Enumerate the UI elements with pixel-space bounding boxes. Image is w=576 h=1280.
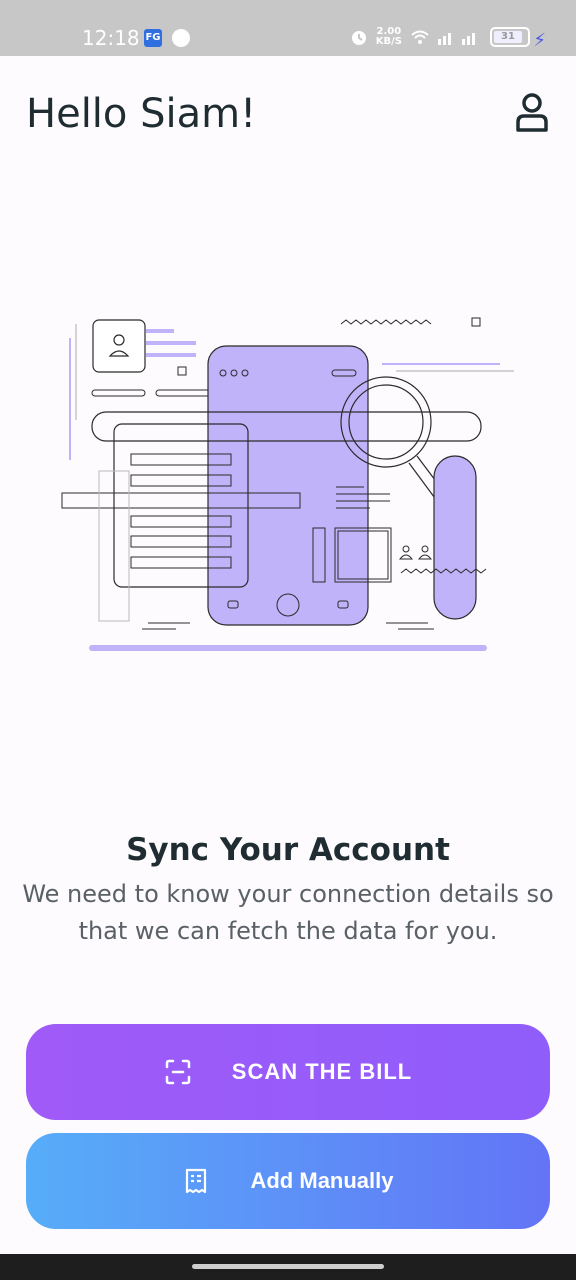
profile-button[interactable] xyxy=(514,92,550,134)
app-notification-icon: FG xyxy=(144,29,162,47)
battery-icon: 31 xyxy=(490,27,530,47)
navigation-bar xyxy=(0,1254,576,1280)
network-speed: 2.00 KB/S xyxy=(376,27,402,47)
home-gesture-handle[interactable] xyxy=(192,1264,384,1269)
add-manually-button[interactable]: Add Manually xyxy=(26,1133,550,1229)
wifi-icon xyxy=(411,30,429,44)
status-system-icons: 2.00 KB/S 31 xyxy=(350,27,530,47)
messenger-icon xyxy=(172,29,190,47)
signal-icon xyxy=(438,33,475,45)
alarm-icon xyxy=(351,31,366,45)
scan-bill-button[interactable]: SCAN THE BILL xyxy=(26,1024,550,1120)
scan-bill-label: SCAN THE BILL xyxy=(231,1059,413,1084)
charging-icon: ⚡ xyxy=(533,30,546,51)
add-manually-label: Add Manually xyxy=(250,1168,394,1193)
receipt-icon xyxy=(186,1168,207,1194)
sync-description: We need to know your connection details … xyxy=(22,880,554,945)
sync-title: Sync Your Account xyxy=(126,832,450,868)
greeting-title: Hello Siam! xyxy=(26,91,257,137)
status-notification-icons: FG xyxy=(144,29,190,47)
phone-search-illustration xyxy=(61,317,514,651)
network-speed-unit: KB/S xyxy=(375,36,402,47)
status-bar: 12:18 FG 2.00 KB/S 31 ⚡ xyxy=(0,0,576,56)
scan-icon xyxy=(165,1059,191,1085)
battery-level: 31 xyxy=(494,31,522,43)
user-icon xyxy=(516,93,548,132)
status-time: 12:18 xyxy=(82,26,140,50)
